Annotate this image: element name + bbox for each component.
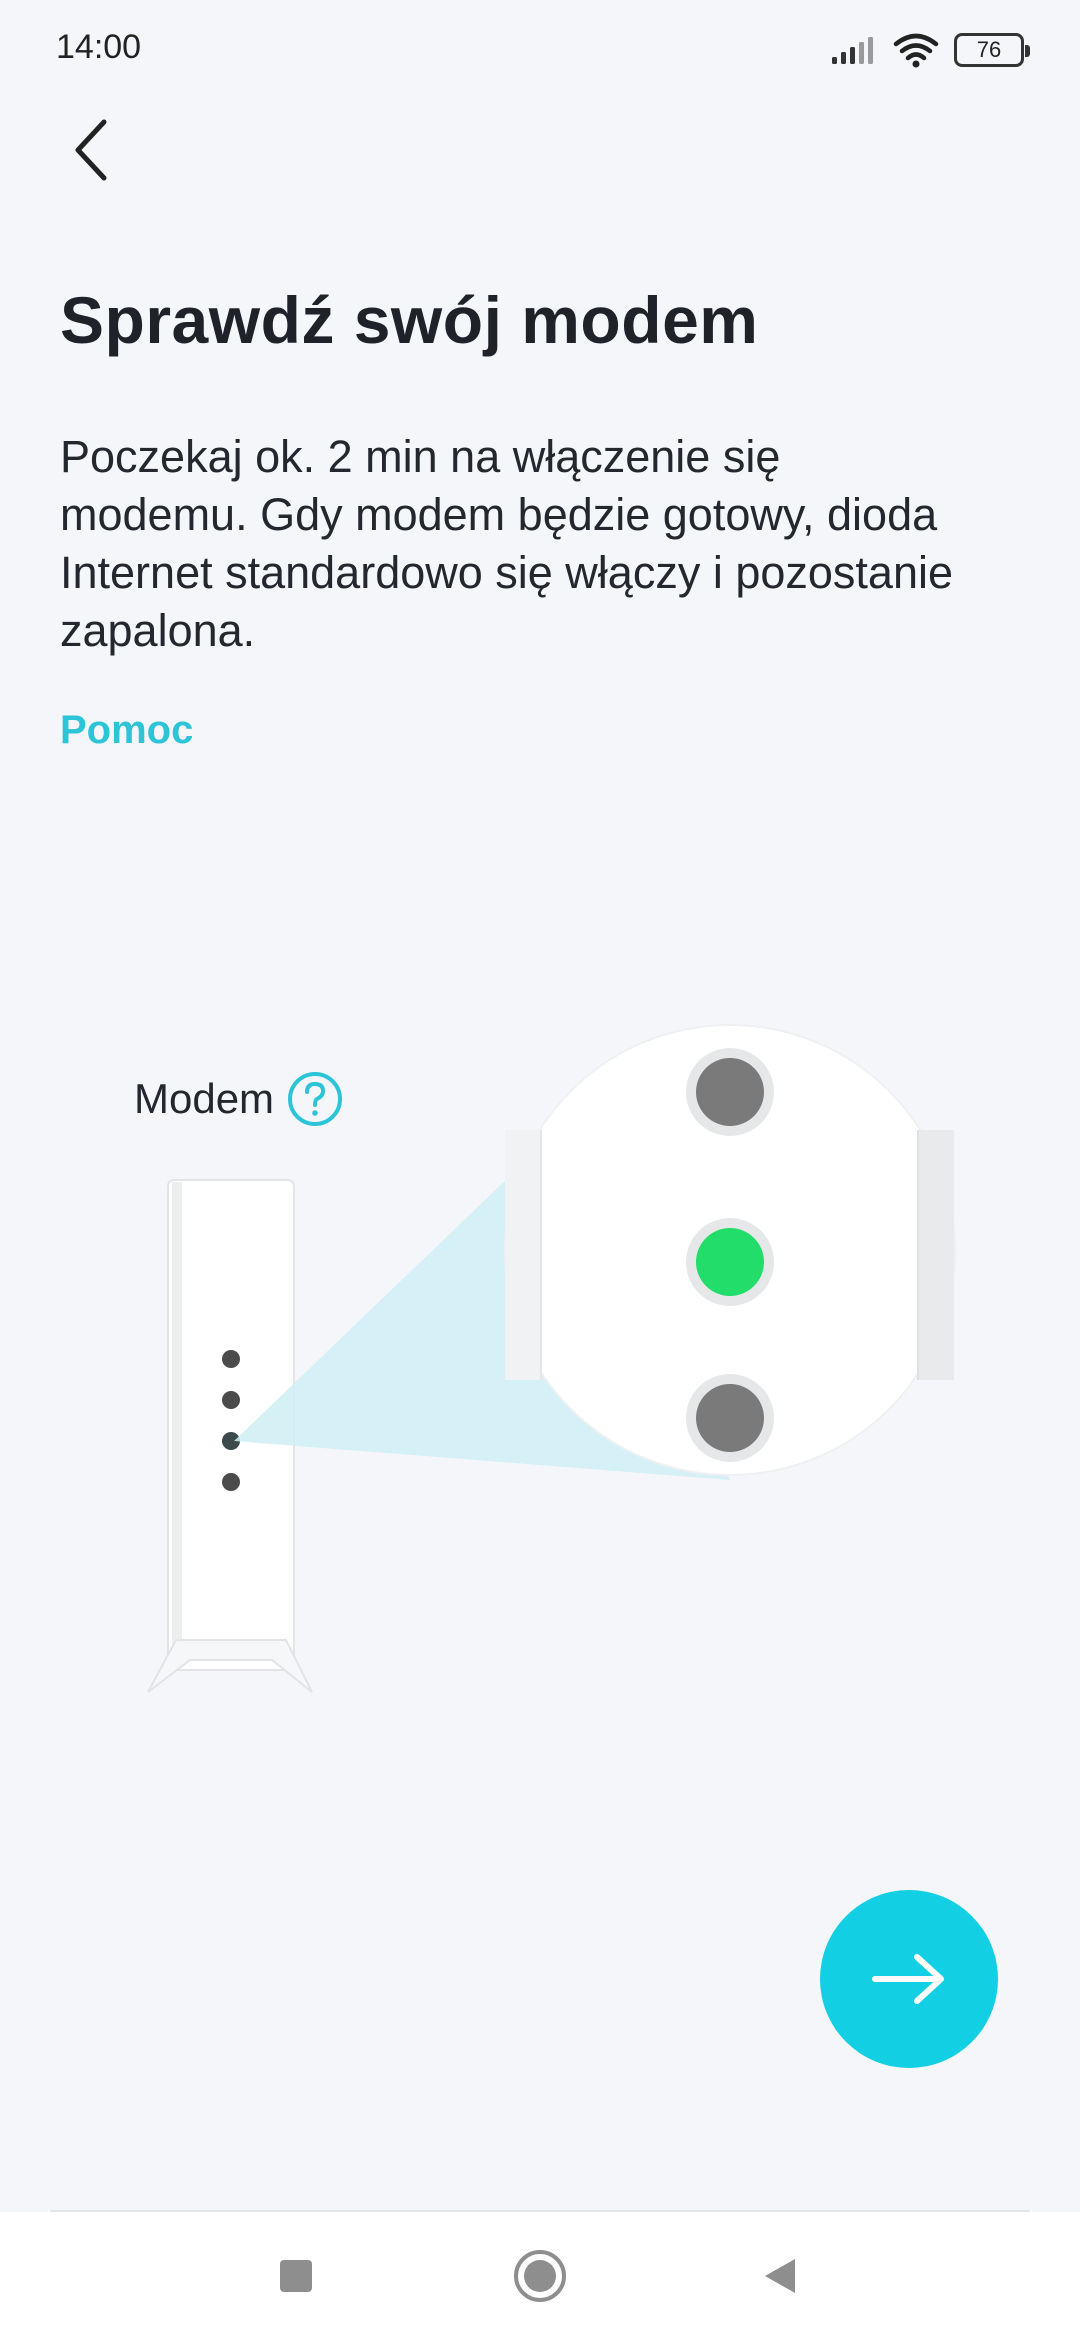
status-time: 14:00 <box>56 28 142 66</box>
back-button[interactable] <box>52 110 132 190</box>
back-triangle-icon <box>765 2259 795 2293</box>
home-circle-icon <box>514 2250 566 2302</box>
status-icons: 76 <box>830 30 1030 70</box>
help-link[interactable]: Pomoc <box>60 708 193 753</box>
modem-led-4 <box>222 1473 240 1491</box>
modem-illustration: Modem <box>0 1010 1080 1730</box>
home-button[interactable] <box>508 2244 572 2308</box>
battery-level: 76 <box>976 37 1002 62</box>
page-title: Sprawdź swój modem <box>60 283 759 357</box>
system-nav-bar <box>0 2212 1080 2340</box>
modem-body-shadow <box>172 1182 182 1668</box>
zoom-edge-left <box>505 1130 541 1380</box>
chevron-left-icon <box>75 119 107 181</box>
modem-led-2 <box>222 1391 240 1409</box>
recents-button[interactable] <box>264 2244 328 2308</box>
zoom-edge-right <box>918 1130 954 1380</box>
wifi-icon <box>893 33 939 68</box>
next-button[interactable] <box>820 1890 998 2068</box>
modem-led-1 <box>222 1350 240 1368</box>
battery-icon: 76 <box>954 33 1030 67</box>
nav-back-button[interactable] <box>748 2244 812 2308</box>
page-description: Poczekaj ok. 2 min na włączenie się mode… <box>60 431 953 656</box>
signal-icon <box>832 37 873 64</box>
screen: 14:00 76 Sprawdź swój modem Poczekaj ok.… <box>0 0 1080 2340</box>
arrow-right-icon <box>872 1954 944 2004</box>
modem-drawing <box>147 1024 956 1693</box>
status-bar: 14:00 76 <box>0 0 1080 96</box>
recents-square-icon <box>280 2260 312 2292</box>
